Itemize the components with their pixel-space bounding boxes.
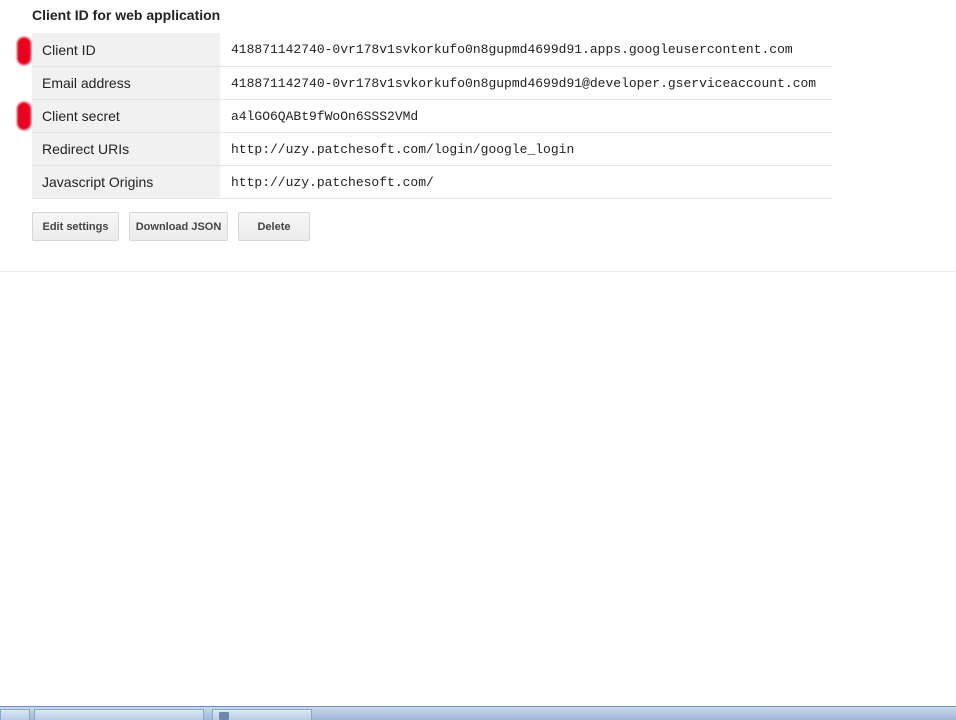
divider	[0, 271, 956, 272]
client-id-value: 418871142740-0vr178v1svkorkufo0n8gupmd46…	[231, 42, 793, 57]
row-label: Redirect URIs	[32, 133, 220, 165]
download-json-button[interactable]: Download JSON	[129, 212, 228, 241]
action-buttons: Edit settings Download JSON Delete	[32, 212, 310, 241]
taskbar-item[interactable]	[0, 709, 30, 720]
table-row: Email address 418871142740-0vr178v1svkor…	[32, 67, 832, 100]
email-address-value: 418871142740-0vr178v1svkorkufo0n8gupmd46…	[231, 75, 817, 91]
table-row: Client ID 418871142740-0vr178v1svkorkufo…	[32, 33, 832, 67]
table-row: Redirect URIs http://uzy.patchesoft.com/…	[32, 133, 832, 166]
row-label: Javascript Origins	[32, 166, 220, 198]
section-title: Client ID for web application	[32, 7, 221, 23]
redirect-uris-value: http://uzy.patchesoft.com/login/google_l…	[231, 141, 575, 157]
row-label: Client ID	[32, 33, 220, 66]
row-label: Email address	[32, 67, 220, 99]
window-icon	[219, 712, 229, 720]
taskbar	[0, 706, 956, 720]
highlight-marker-client-secret	[17, 102, 31, 130]
page: Client ID for web application Client ID …	[0, 0, 956, 720]
delete-button[interactable]: Delete	[238, 212, 310, 241]
client-details-table: Client ID 418871142740-0vr178v1svkorkufo…	[32, 33, 832, 199]
javascript-origins-value: http://uzy.patchesoft.com/	[231, 174, 434, 190]
table-row: Client secret a4lGO6QABt9fWoOn6SSS2VMd	[32, 100, 832, 133]
taskbar-item[interactable]	[34, 709, 204, 720]
client-secret-value: a4lGO6QABt9fWoOn6SSS2VMd	[231, 108, 419, 124]
row-label: Client secret	[32, 100, 220, 132]
table-row: Javascript Origins http://uzy.patchesoft…	[32, 166, 832, 199]
edit-settings-button[interactable]: Edit settings	[32, 212, 119, 241]
highlight-marker-client-id	[17, 37, 31, 65]
taskbar-item[interactable]	[212, 709, 312, 720]
